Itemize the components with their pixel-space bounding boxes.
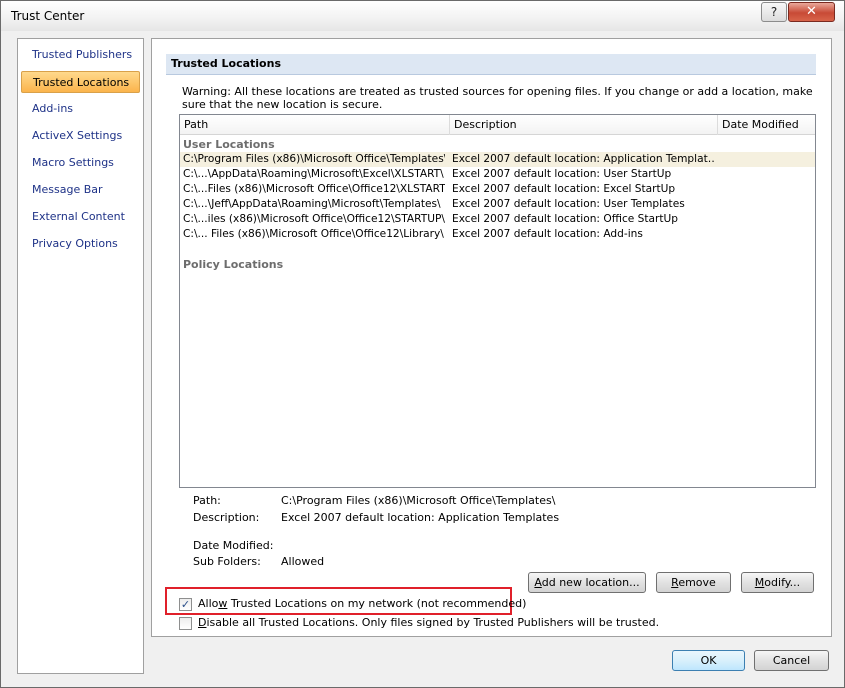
sidebar-item-trusted-publishers[interactable]: Trusted Publishers: [21, 44, 140, 66]
cell-path: C:\Program Files (x86)\Microsoft Office\…: [183, 153, 445, 165]
table-row[interactable]: C:\... Files (x86)\Microsoft Office\Offi…: [180, 227, 815, 242]
group-label-user-locations: User Locations: [183, 138, 275, 151]
table-row[interactable]: C:\...iles (x86)\Microsoft Office\Office…: [180, 212, 815, 227]
sidebar-item-activex-settings[interactable]: ActiveX Settings: [21, 125, 140, 147]
cell-date-modified: [721, 212, 811, 227]
remove-button[interactable]: Remove: [656, 572, 731, 593]
sidebar-item-privacy-options[interactable]: Privacy Options: [21, 233, 140, 255]
cell-path: C:\...Files (x86)\Microsoft Office\Offic…: [183, 183, 445, 195]
detail-sub-folders-value: Allowed: [281, 555, 325, 568]
disable-all-label-post: isable all Trusted Locations. Only files…: [206, 616, 660, 629]
allow-network-label-post: Trusted Locations on my network (not rec…: [227, 597, 527, 610]
cell-path: C:\... Files (x86)\Microsoft Office\Offi…: [183, 228, 444, 240]
cell-date-modified: [721, 152, 811, 167]
trust-center-dialog: Trust Center ? ✕ Trusted Publishers Trus…: [0, 0, 845, 688]
column-header-path[interactable]: Path: [180, 115, 450, 135]
locations-list[interactable]: Path Description Date Modified User Loca…: [179, 114, 816, 488]
cell-date-modified: [721, 167, 811, 182]
title-bar: Trust Center ? ✕: [1, 1, 844, 31]
allow-network-label[interactable]: Allow Trusted Locations on my network (n…: [198, 597, 526, 610]
cell-description: Excel 2007 default location: Office Star…: [452, 213, 679, 225]
close-button[interactable]: ✕: [788, 2, 835, 22]
section-title: Trusted Locations: [166, 54, 816, 75]
ok-button[interactable]: OK: [672, 650, 745, 671]
cell-path: C:\...iles (x86)\Microsoft Office\Office…: [183, 213, 445, 225]
detail-path-value: C:\Program Files (x86)\Microsoft Office\…: [281, 494, 556, 507]
cancel-button[interactable]: Cancel: [754, 650, 829, 671]
table-row[interactable]: C:\Program Files (x86)\Microsoft Office\…: [180, 152, 815, 167]
group-label-policy-locations: Policy Locations: [183, 258, 284, 271]
modify-mnemonic: M: [754, 576, 765, 589]
cell-description: Excel 2007 default location: Application…: [452, 153, 714, 165]
add-new-location-mnemonic: A: [534, 576, 542, 589]
sidebar-item-add-ins[interactable]: Add-ins: [21, 98, 140, 120]
cell-description: Excel 2007 default location: Excel Start…: [452, 183, 676, 195]
cell-description: Excel 2007 default location: User Templa…: [452, 198, 685, 210]
table-row[interactable]: C:\...Files (x86)\Microsoft Office\Offic…: [180, 182, 815, 197]
modify-label: odify...: [764, 576, 801, 589]
cell-date-modified: [721, 197, 811, 212]
disable-all-label[interactable]: Disable all Trusted Locations. Only file…: [198, 616, 659, 629]
cell-description: Excel 2007 default location: Add-ins: [452, 228, 643, 240]
detail-description-value: Excel 2007 default location: Application…: [281, 511, 560, 524]
table-row[interactable]: C:\...\Jeff\AppData\Roaming\Microsoft\Te…: [180, 197, 815, 212]
detail-path-label: Path:: [193, 494, 221, 507]
trusted-locations-panel: Trusted Locations Warning: All these loc…: [151, 38, 832, 637]
help-button[interactable]: ?: [761, 2, 787, 22]
modify-button[interactable]: Modify...: [741, 572, 814, 593]
sidebar-item-trusted-locations[interactable]: Trusted Locations: [21, 71, 140, 93]
cell-date-modified: [721, 227, 811, 242]
detail-description-label: Description:: [193, 511, 260, 524]
column-header-description[interactable]: Description: [450, 115, 718, 135]
sidebar-item-macro-settings[interactable]: Macro Settings: [21, 152, 140, 174]
detail-sub-folders-label: Sub Folders:: [193, 555, 261, 568]
sidebar-item-external-content[interactable]: External Content: [21, 206, 140, 228]
cell-description: Excel 2007 default location: User StartU…: [452, 168, 672, 180]
sidebar: Trusted Publishers Trusted Locations Add…: [17, 38, 144, 674]
cell-date-modified: [721, 182, 811, 197]
warning-text: Warning: All these locations are treated…: [182, 85, 813, 111]
cell-path: C:\...\Jeff\AppData\Roaming\Microsoft\Te…: [183, 198, 441, 210]
column-header-date-modified[interactable]: Date Modified: [718, 115, 815, 135]
cell-path: C:\...\AppData\Roaming\Microsoft\Excel\X…: [183, 168, 444, 180]
add-new-location-button[interactable]: Add new location...: [528, 572, 646, 593]
table-row[interactable]: C:\...\AppData\Roaming\Microsoft\Excel\X…: [180, 167, 815, 182]
sidebar-item-message-bar[interactable]: Message Bar: [21, 179, 140, 201]
detail-date-modified-label: Date Modified:: [193, 539, 274, 552]
remove-label: emove: [678, 576, 716, 589]
disable-all-checkbox[interactable]: [179, 617, 192, 630]
add-new-location-label: dd new location...: [541, 576, 640, 589]
list-header: Path Description Date Modified: [180, 115, 815, 135]
allow-network-label-pre: Allo: [198, 597, 219, 610]
allow-network-checkbox[interactable]: ✓: [179, 598, 192, 611]
window-title: Trust Center: [11, 9, 85, 23]
